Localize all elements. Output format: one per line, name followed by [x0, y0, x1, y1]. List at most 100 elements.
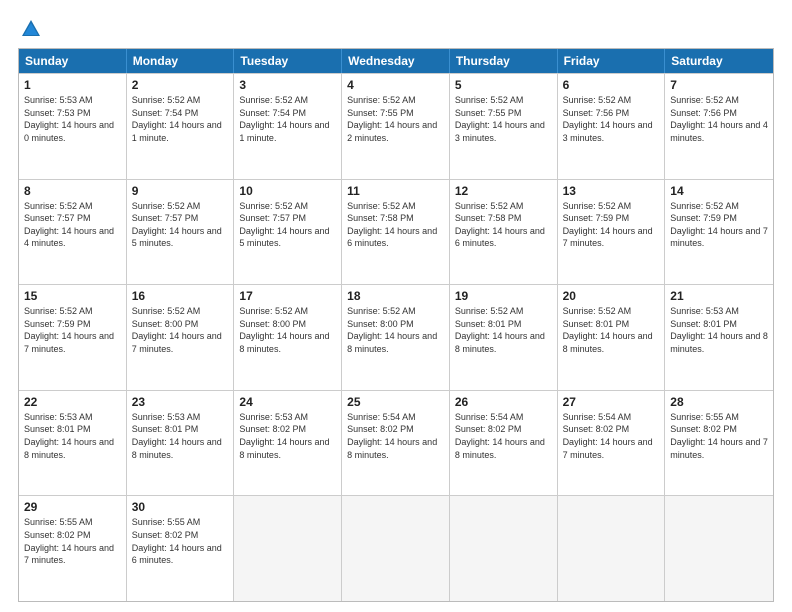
cell-info: Sunrise: 5:55 AMSunset: 8:02 PMDaylight:…	[670, 411, 768, 461]
logo-icon	[20, 18, 42, 40]
day-cell-21: 21 Sunrise: 5:53 AMSunset: 8:01 PMDayligh…	[665, 285, 773, 390]
cell-info: Sunrise: 5:52 AMSunset: 7:57 PMDaylight:…	[132, 200, 229, 250]
day-cell-1: 1 Sunrise: 5:53 AMSunset: 7:53 PMDaylight…	[19, 74, 127, 179]
day-cell-25: 25 Sunrise: 5:54 AMSunset: 8:02 PMDayligh…	[342, 391, 450, 496]
day-cell-14: 14 Sunrise: 5:52 AMSunset: 7:59 PMDayligh…	[665, 180, 773, 285]
day-cell-20: 20Sunrise: 5:52 AMSunset: 8:01 PMDayligh…	[558, 285, 666, 390]
day-cell-29: 29Sunrise: 5:55 AMSunset: 8:02 PMDayligh…	[19, 496, 127, 601]
header	[18, 18, 774, 38]
header-day-friday: Friday	[558, 49, 666, 73]
day-cell-13: 13 Sunrise: 5:52 AMSunset: 7:59 PMDayligh…	[558, 180, 666, 285]
day-number: 11	[347, 184, 444, 198]
day-cell-2: 2 Sunrise: 5:52 AMSunset: 7:54 PMDaylight…	[127, 74, 235, 179]
calendar-row: 8Sunrise: 5:52 AMSunset: 7:57 PMDaylight…	[19, 179, 773, 285]
day-cell-27: 27 Sunrise: 5:54 AMSunset: 8:02 PMDayligh…	[558, 391, 666, 496]
header-day-thursday: Thursday	[450, 49, 558, 73]
cell-info: Sunrise: 5:54 AMSunset: 8:02 PMDaylight:…	[455, 411, 552, 461]
cell-info: Sunrise: 5:52 AMSunset: 7:56 PMDaylight:…	[563, 94, 660, 144]
day-number: 9	[132, 184, 229, 198]
day-number: 6	[563, 78, 660, 92]
empty-cell	[558, 496, 666, 601]
empty-cell	[342, 496, 450, 601]
day-cell-16: 16 Sunrise: 5:52 AMSunset: 8:00 PMDayligh…	[127, 285, 235, 390]
calendar-row: 29Sunrise: 5:55 AMSunset: 8:02 PMDayligh…	[19, 495, 773, 601]
header-day-sunday: Sunday	[19, 49, 127, 73]
cell-info: Sunrise: 5:53 AMSunset: 8:01 PMDaylight:…	[670, 305, 768, 355]
cell-info: Sunrise: 5:53 AMSunset: 8:01 PMDaylight:…	[132, 411, 229, 461]
day-number: 1	[24, 78, 121, 92]
cell-info: Sunrise: 5:52 AMSunset: 8:01 PMDaylight:…	[455, 305, 552, 355]
cell-info: Sunrise: 5:52 AMSunset: 7:58 PMDaylight:…	[455, 200, 552, 250]
cell-info: Sunrise: 5:52 AMSunset: 7:56 PMDaylight:…	[670, 94, 768, 144]
day-cell-28: 28 Sunrise: 5:55 AMSunset: 8:02 PMDayligh…	[665, 391, 773, 496]
day-number: 5	[455, 78, 552, 92]
day-number: 7	[670, 78, 768, 92]
cell-info: Sunrise: 5:53 AMSunset: 7:53 PMDaylight:…	[24, 94, 121, 144]
calendar-row: 15 Sunrise: 5:52 AMSunset: 7:59 PMDayligh…	[19, 284, 773, 390]
day-number: 24	[239, 395, 336, 409]
day-number: 20	[563, 289, 660, 303]
day-cell-10: 10Sunrise: 5:52 AMSunset: 7:57 PMDayligh…	[234, 180, 342, 285]
day-number: 28	[670, 395, 768, 409]
cell-info: Sunrise: 5:52 AMSunset: 7:54 PMDaylight:…	[132, 94, 229, 144]
cell-info: Sunrise: 5:52 AMSunset: 7:58 PMDaylight:…	[347, 200, 444, 250]
day-cell-19: 19 Sunrise: 5:52 AMSunset: 8:01 PMDayligh…	[450, 285, 558, 390]
day-cell-23: 23 Sunrise: 5:53 AMSunset: 8:01 PMDayligh…	[127, 391, 235, 496]
day-number: 30	[132, 500, 229, 514]
day-cell-3: 3Sunrise: 5:52 AMSunset: 7:54 PMDaylight…	[234, 74, 342, 179]
day-number: 3	[239, 78, 336, 92]
day-cell-11: 11 Sunrise: 5:52 AMSunset: 7:58 PMDayligh…	[342, 180, 450, 285]
cell-info: Sunrise: 5:52 AMSunset: 7:55 PMDaylight:…	[347, 94, 444, 144]
cell-info: Sunrise: 5:54 AMSunset: 8:02 PMDaylight:…	[347, 411, 444, 461]
header-day-saturday: Saturday	[665, 49, 773, 73]
day-number: 14	[670, 184, 768, 198]
page: SundayMondayTuesdayWednesdayThursdayFrid…	[0, 0, 792, 612]
logo	[18, 18, 42, 38]
day-cell-4: 4 Sunrise: 5:52 AMSunset: 7:55 PMDaylight…	[342, 74, 450, 179]
day-number: 2	[132, 78, 229, 92]
day-number: 17	[239, 289, 336, 303]
day-cell-18: 18Sunrise: 5:52 AMSunset: 8:00 PMDayligh…	[342, 285, 450, 390]
cell-info: Sunrise: 5:52 AMSunset: 7:59 PMDaylight:…	[24, 305, 121, 355]
cell-info: Sunrise: 5:52 AMSunset: 7:59 PMDaylight:…	[670, 200, 768, 250]
cell-info: Sunrise: 5:52 AMSunset: 8:00 PMDaylight:…	[347, 305, 444, 355]
day-number: 15	[24, 289, 121, 303]
cell-info: Sunrise: 5:52 AMSunset: 7:55 PMDaylight:…	[455, 94, 552, 144]
cell-info: Sunrise: 5:52 AMSunset: 8:00 PMDaylight:…	[132, 305, 229, 355]
day-number: 25	[347, 395, 444, 409]
day-cell-24: 24 Sunrise: 5:53 AMSunset: 8:02 PMDayligh…	[234, 391, 342, 496]
day-cell-9: 9 Sunrise: 5:52 AMSunset: 7:57 PMDaylight…	[127, 180, 235, 285]
day-number: 27	[563, 395, 660, 409]
empty-cell	[450, 496, 558, 601]
day-cell-6: 6 Sunrise: 5:52 AMSunset: 7:56 PMDaylight…	[558, 74, 666, 179]
header-day-tuesday: Tuesday	[234, 49, 342, 73]
cell-info: Sunrise: 5:52 AMSunset: 8:00 PMDaylight:…	[239, 305, 336, 355]
day-number: 19	[455, 289, 552, 303]
day-cell-30: 30 Sunrise: 5:55 AMSunset: 8:02 PMDayligh…	[127, 496, 235, 601]
day-number: 21	[670, 289, 768, 303]
day-number: 13	[563, 184, 660, 198]
calendar-header: SundayMondayTuesdayWednesdayThursdayFrid…	[19, 49, 773, 73]
header-day-monday: Monday	[127, 49, 235, 73]
cell-info: Sunrise: 5:55 AMSunset: 8:02 PMDaylight:…	[132, 516, 229, 566]
day-number: 12	[455, 184, 552, 198]
cell-info: Sunrise: 5:53 AMSunset: 8:02 PMDaylight:…	[239, 411, 336, 461]
calendar-row: 22Sunrise: 5:53 AMSunset: 8:01 PMDayligh…	[19, 390, 773, 496]
day-number: 23	[132, 395, 229, 409]
day-cell-15: 15 Sunrise: 5:52 AMSunset: 7:59 PMDayligh…	[19, 285, 127, 390]
day-number: 16	[132, 289, 229, 303]
day-cell-17: 17 Sunrise: 5:52 AMSunset: 8:00 PMDayligh…	[234, 285, 342, 390]
day-number: 4	[347, 78, 444, 92]
day-cell-7: 7 Sunrise: 5:52 AMSunset: 7:56 PMDaylight…	[665, 74, 773, 179]
day-cell-22: 22Sunrise: 5:53 AMSunset: 8:01 PMDayligh…	[19, 391, 127, 496]
day-cell-5: 5 Sunrise: 5:52 AMSunset: 7:55 PMDaylight…	[450, 74, 558, 179]
cell-info: Sunrise: 5:53 AMSunset: 8:01 PMDaylight:…	[24, 411, 121, 461]
day-number: 26	[455, 395, 552, 409]
day-cell-8: 8Sunrise: 5:52 AMSunset: 7:57 PMDaylight…	[19, 180, 127, 285]
cell-info: Sunrise: 5:54 AMSunset: 8:02 PMDaylight:…	[563, 411, 660, 461]
calendar-body: 1 Sunrise: 5:53 AMSunset: 7:53 PMDaylight…	[19, 73, 773, 601]
empty-cell	[234, 496, 342, 601]
day-cell-26: 26 Sunrise: 5:54 AMSunset: 8:02 PMDayligh…	[450, 391, 558, 496]
header-day-wednesday: Wednesday	[342, 49, 450, 73]
cell-info: Sunrise: 5:52 AMSunset: 7:59 PMDaylight:…	[563, 200, 660, 250]
